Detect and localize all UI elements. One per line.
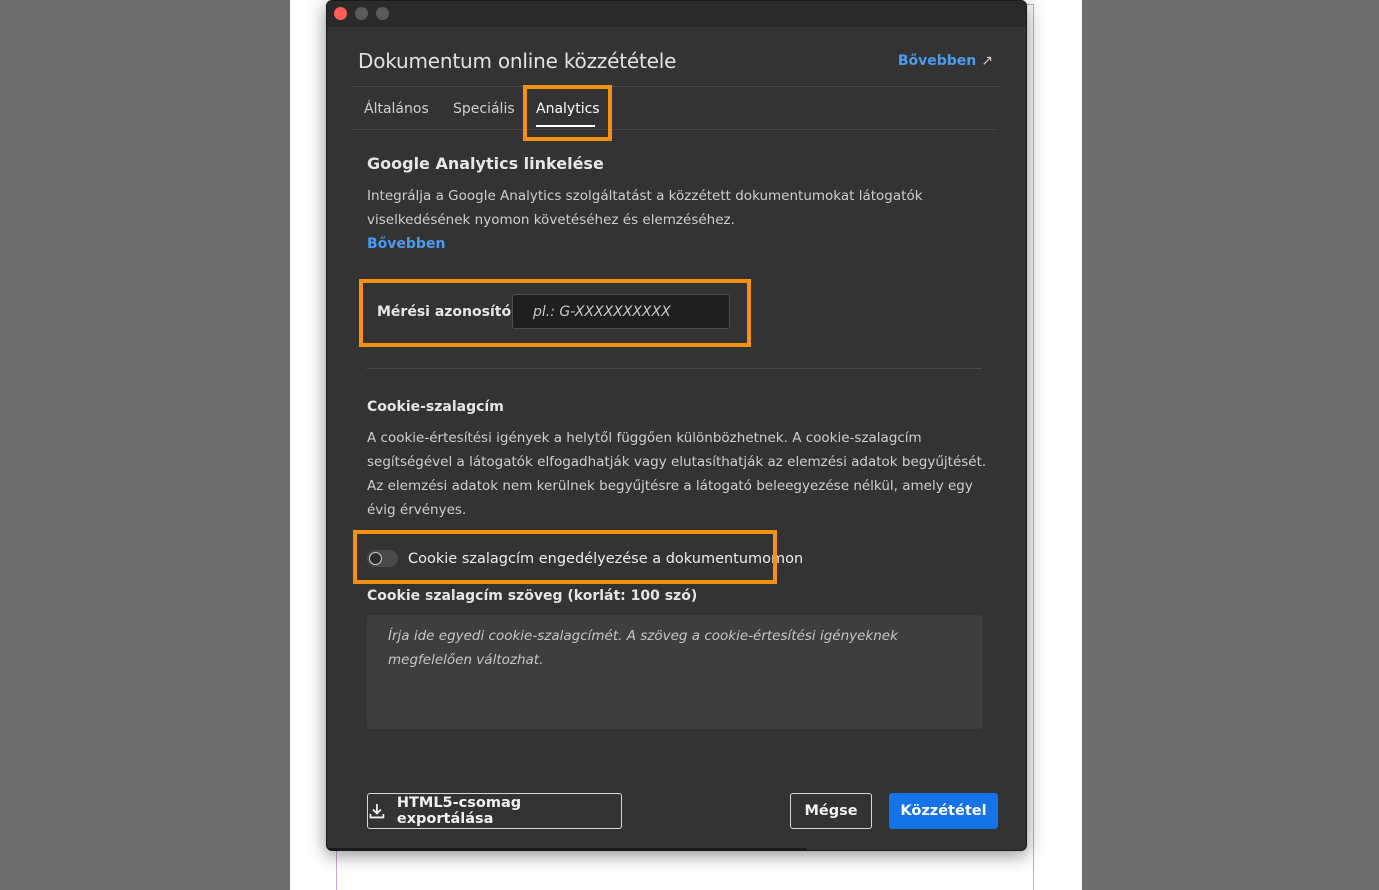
cancel-button[interactable]: Mégse bbox=[790, 793, 872, 829]
download-icon bbox=[369, 804, 385, 819]
highlight-box bbox=[523, 85, 612, 141]
close-window-button[interactable] bbox=[334, 7, 347, 20]
tab-advanced[interactable]: Speciális bbox=[453, 101, 515, 117]
export-html5-label: HTML5-csomag exportálása bbox=[396, 795, 522, 827]
learn-more-link[interactable]: Bővebben ↗ bbox=[898, 53, 993, 69]
minimize-window-button[interactable] bbox=[355, 7, 368, 20]
divider bbox=[353, 86, 1000, 87]
tab-general[interactable]: Általános bbox=[364, 101, 429, 117]
cookie-banner-heading: Cookie-szalagcím bbox=[367, 399, 504, 415]
google-analytics-description: Integrálja a Google Analytics szolgáltat… bbox=[367, 188, 923, 228]
margin-guide bbox=[336, 848, 337, 890]
cookie-banner-text-input[interactable] bbox=[367, 615, 983, 729]
divider bbox=[367, 368, 982, 369]
highlight-box bbox=[359, 279, 751, 347]
maximize-window-button[interactable] bbox=[376, 7, 389, 20]
publish-button[interactable]: Közzététel bbox=[889, 793, 998, 829]
cookie-banner-description: A cookie-értesítési igények a helytől fü… bbox=[367, 430, 987, 518]
external-link-icon: ↗ bbox=[981, 53, 993, 69]
google-analytics-heading: Google Analytics linkelése bbox=[367, 154, 604, 173]
window-edge bbox=[327, 848, 807, 850]
dialog-title: Dokumentum online közzététele bbox=[358, 49, 677, 73]
export-html5-button[interactable]: HTML5-csomag exportálása bbox=[367, 793, 622, 829]
margin-guide bbox=[1033, 4, 1034, 890]
window-titlebar[interactable] bbox=[327, 1, 1026, 27]
analytics-learn-more-link[interactable]: Bővebben bbox=[367, 236, 445, 252]
learn-more-link-label: Bővebben bbox=[897, 53, 977, 69]
cookie-banner-text-label: Cookie szalagcím szöveg (korlát: 100 szó… bbox=[367, 588, 698, 604]
divider bbox=[353, 129, 996, 130]
highlight-box bbox=[353, 530, 777, 584]
publish-online-dialog: Dokumentum online közzététele Bővebben ↗ … bbox=[326, 0, 1027, 851]
